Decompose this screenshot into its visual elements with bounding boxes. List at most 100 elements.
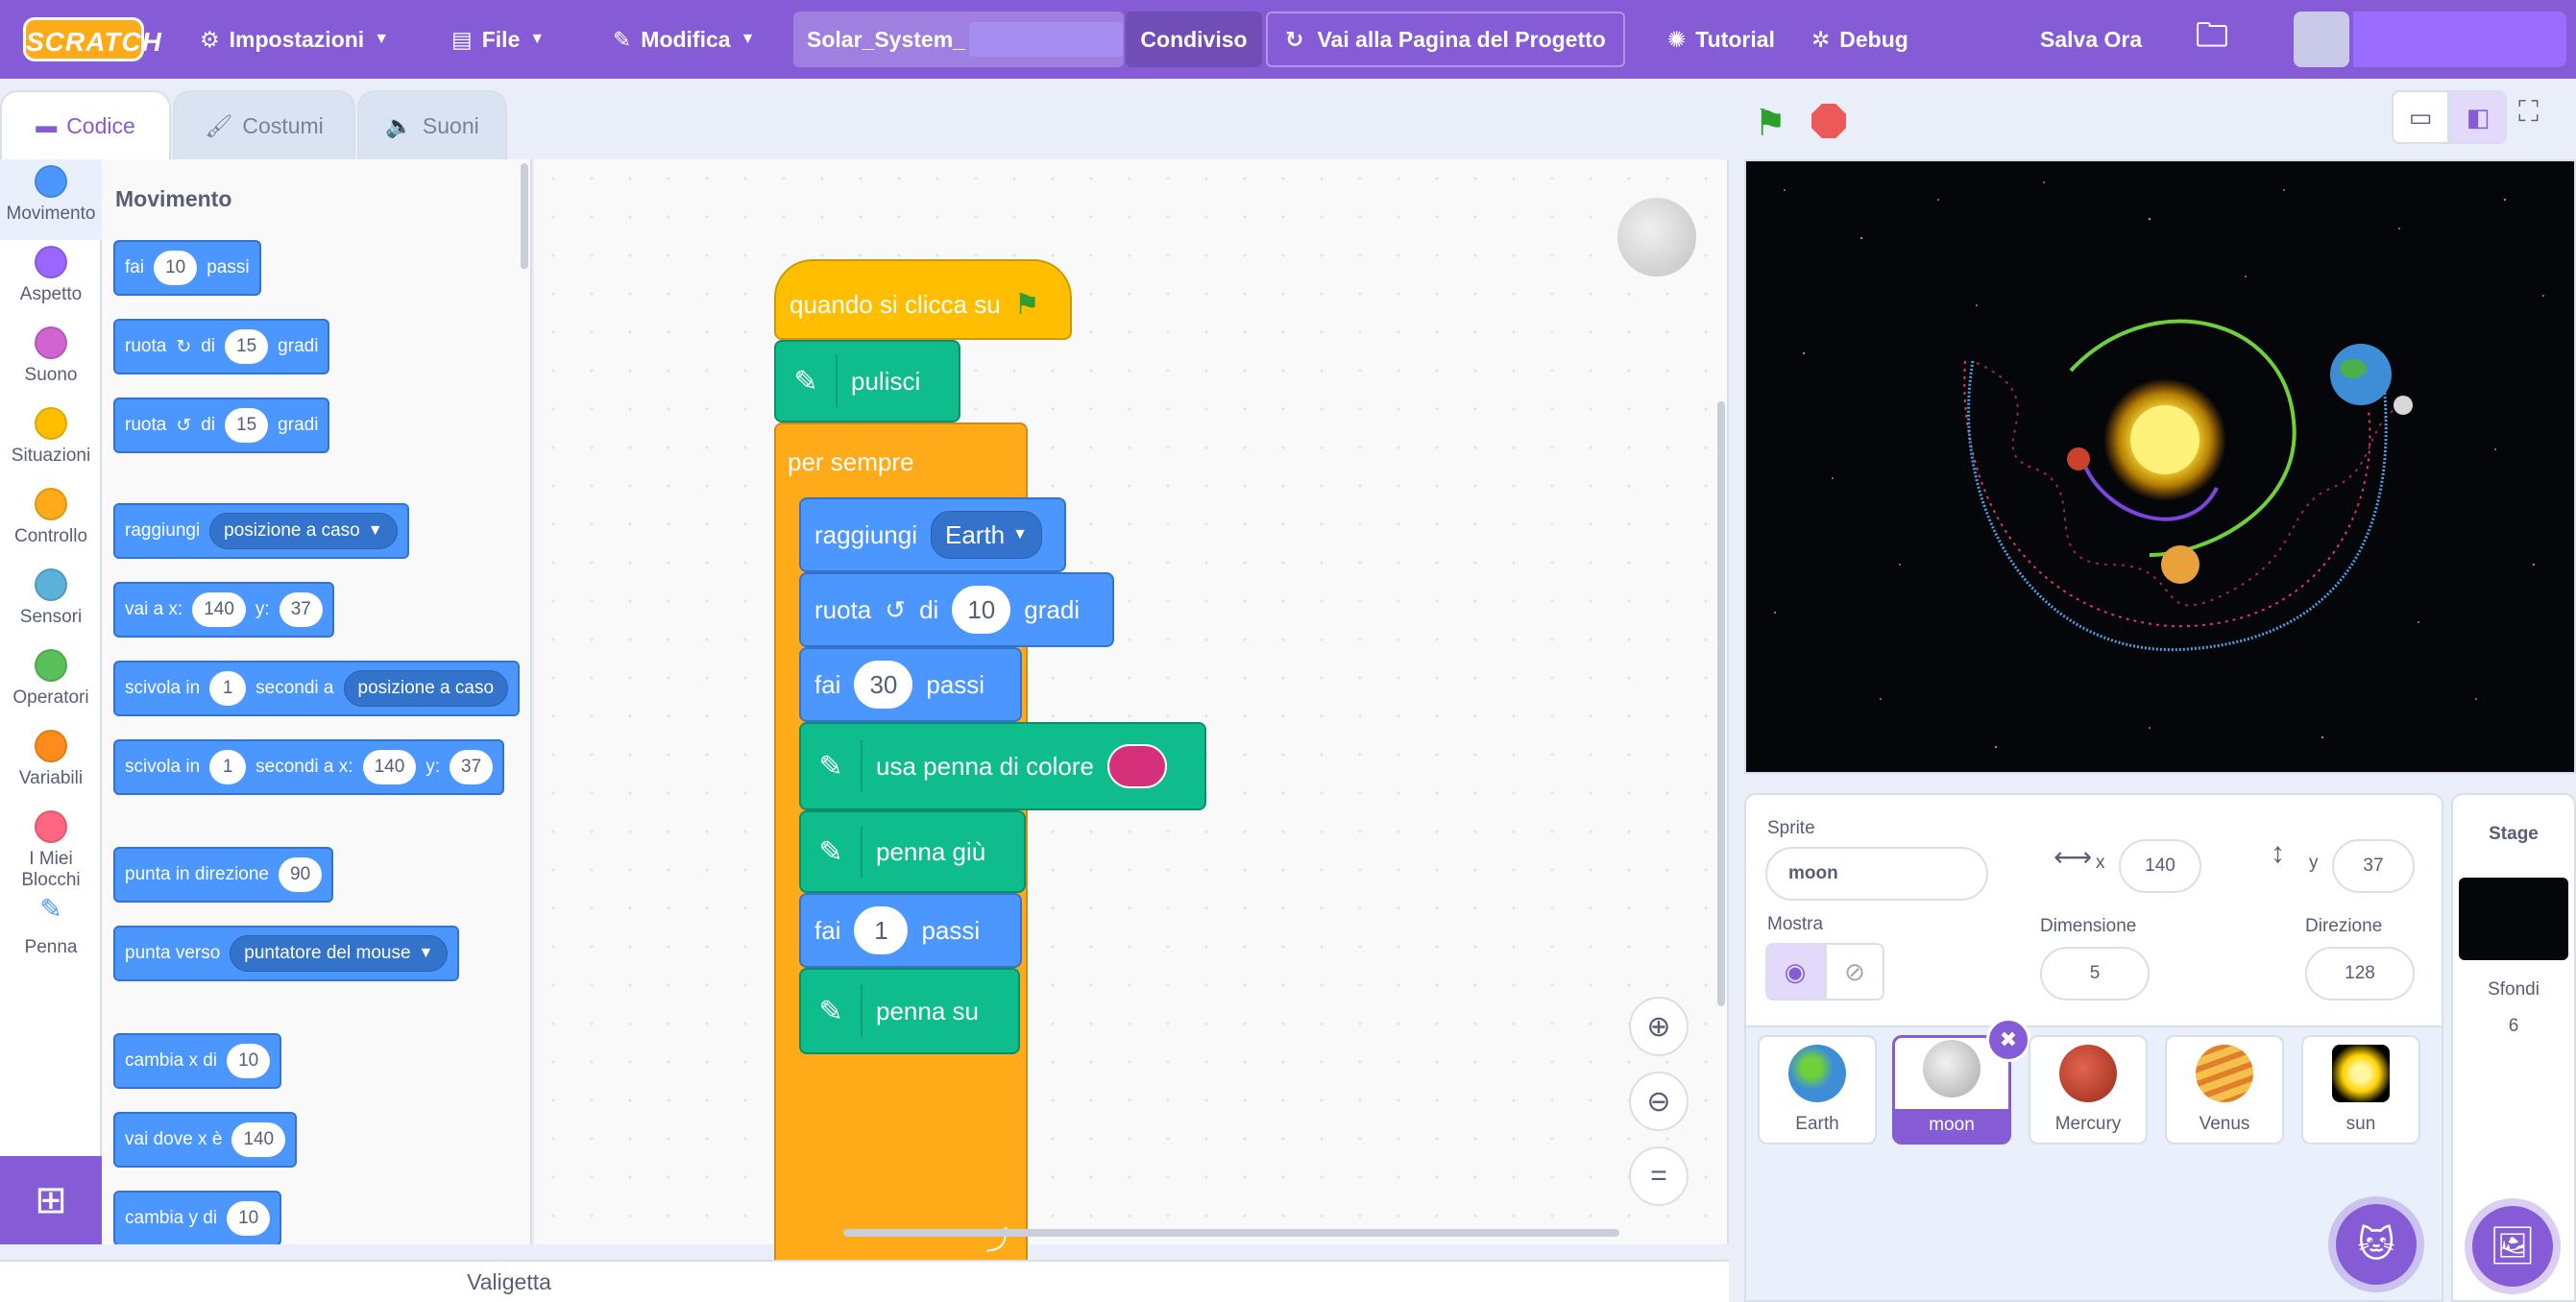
- stage-canvas[interactable]: [1744, 159, 2576, 774]
- workspace-horizontal-scrollbar[interactable]: [843, 1229, 1619, 1237]
- avatar[interactable]: [2294, 12, 2349, 67]
- block-point-towards[interactable]: punta verso puntatore del mouse ▼: [113, 926, 460, 981]
- block-move-30-steps[interactable]: fai 30 passi: [799, 647, 1022, 722]
- x-input[interactable]: 140: [2119, 839, 2201, 893]
- sprite-tile-sun[interactable]: sun: [2301, 1035, 2420, 1145]
- set-x-input[interactable]: 140: [231, 1122, 286, 1157]
- hide-sprite-button[interactable]: ⊘: [1825, 943, 1884, 1001]
- see-project-page-button[interactable]: ↻ Vai alla Pagina del Progetto: [1266, 12, 1625, 67]
- add-extension-button[interactable]: ⊞: [0, 1156, 102, 1244]
- degrees-input[interactable]: 10: [952, 586, 1011, 634]
- y-input[interactable]: 37: [450, 750, 494, 784]
- category-motion[interactable]: Movimento: [0, 159, 102, 240]
- goto-dropdown[interactable]: posizione a caso ▼: [209, 513, 398, 549]
- category-pen[interactable]: ✎ Penna: [0, 893, 102, 974]
- degrees-input[interactable]: 15: [225, 329, 269, 364]
- goto-target-dropdown[interactable]: Earth ▼: [930, 511, 1042, 559]
- seconds-input[interactable]: 1: [209, 750, 247, 784]
- block-move-1-step[interactable]: fai 1 passi: [799, 893, 1022, 968]
- x-input[interactable]: 140: [362, 750, 417, 784]
- steps-input[interactable]: 10: [154, 251, 198, 285]
- block-go-to[interactable]: raggiungi posizione a caso ▼: [113, 503, 409, 559]
- file-menu[interactable]: ▤ File ▼: [451, 0, 545, 79]
- stop-icon[interactable]: [1811, 104, 1846, 138]
- zoom-out-button[interactable]: ⊖: [1629, 1072, 1689, 1131]
- category-variables[interactable]: Variabili: [0, 724, 102, 805]
- category-events[interactable]: Situazioni: [0, 401, 102, 482]
- small-stage-button[interactable]: ▭: [2392, 90, 2449, 144]
- pen-color-swatch[interactable]: [1106, 744, 1167, 788]
- tutorial-button[interactable]: ✺ Tutorial: [1667, 0, 1775, 79]
- delete-sprite-button[interactable]: ✖: [1986, 1018, 2030, 1062]
- degrees-input[interactable]: 15: [225, 408, 269, 443]
- direction-input[interactable]: 90: [279, 857, 323, 892]
- script-workspace[interactable]: quando si clicca su ⚑ ✎ pulisci per sempre…: [534, 159, 1729, 1269]
- block-glide-to[interactable]: scivola in 1 secondi a posizione a caso: [113, 661, 521, 716]
- settings-menu[interactable]: ⚙ Impostazioni ▼: [200, 0, 389, 79]
- point-towards-dropdown[interactable]: puntatore del mouse ▼: [230, 935, 449, 972]
- add-sprite-button[interactable]: 🐱: [2336, 1204, 2417, 1285]
- block-turn-left[interactable]: ruota ↺ di 15 gradi: [113, 398, 330, 453]
- block-turn-right[interactable]: ruota ↻ di 15 gradi: [113, 319, 330, 374]
- steps-input[interactable]: 30: [854, 661, 913, 709]
- tab-costumes[interactable]: 🖌 Costumi: [173, 90, 355, 159]
- block-pen-up[interactable]: ✎ penna su: [799, 968, 1020, 1054]
- tab-code[interactable]: ▬ Codice: [0, 90, 171, 159]
- sprite-tile-mercury[interactable]: Mercury: [2029, 1035, 2148, 1145]
- workspace-vertical-scrollbar[interactable]: [1717, 401, 1725, 1006]
- account-menu[interactable]: [2353, 12, 2566, 67]
- block-pen-down[interactable]: ✎ penna giù: [799, 810, 1026, 893]
- steps-input[interactable]: 1: [854, 906, 909, 954]
- folder-icon[interactable]: 🗀: [2196, 0, 2228, 79]
- block-go-to-xy[interactable]: vai a x: 140 y: 37: [113, 582, 334, 638]
- seconds-input[interactable]: 1: [209, 671, 247, 706]
- y-input[interactable]: 37: [279, 592, 323, 627]
- show-sprite-button[interactable]: ◉: [1765, 943, 1825, 1001]
- block-glide-to-xy[interactable]: scivola in 1 secondi a x: 140 y: 37: [113, 739, 505, 795]
- change-y-input[interactable]: 10: [227, 1201, 271, 1236]
- block-pen-clear[interactable]: ✎ pulisci: [774, 340, 960, 422]
- backpack-header[interactable]: Valigetta: [0, 1260, 1729, 1302]
- sprite-tile-earth[interactable]: Earth: [1758, 1035, 1877, 1145]
- block-set-x[interactable]: vai dove x è 140: [113, 1112, 298, 1168]
- category-my-blocks[interactable]: I Miei Blocchi: [0, 805, 102, 893]
- direction-input[interactable]: 128: [2305, 947, 2415, 1001]
- category-sensing[interactable]: Sensori: [0, 563, 102, 643]
- block-set-pen-color[interactable]: ✎ usa penna di colore: [799, 722, 1206, 810]
- change-x-input[interactable]: 10: [227, 1044, 271, 1078]
- stage-selector[interactable]: Stage Sfondi 6 🖼: [2451, 793, 2576, 1302]
- debug-button[interactable]: ✲ Debug: [1811, 0, 1908, 79]
- palette-scrollbar[interactable]: [521, 163, 528, 269]
- tab-sounds[interactable]: 🔈 Suoni: [357, 90, 507, 159]
- green-flag-icon[interactable]: ⚑: [1754, 102, 1786, 145]
- category-sound[interactable]: Suono: [0, 321, 102, 401]
- block-point-direction[interactable]: punta in direzione 90: [113, 847, 334, 903]
- venus-sprite[interactable]: [2161, 545, 2199, 584]
- block-when-flag-clicked[interactable]: quando si clicca su ⚑: [774, 259, 1072, 340]
- category-operators[interactable]: Operatori: [0, 643, 102, 724]
- x-input[interactable]: 140: [192, 592, 246, 627]
- moon-sprite[interactable]: [2394, 396, 2413, 415]
- y-input[interactable]: 37: [2332, 839, 2415, 893]
- edit-menu[interactable]: ✎ Modifica ▼: [613, 0, 755, 79]
- zoom-in-button[interactable]: ⊕: [1629, 997, 1689, 1056]
- block-change-y[interactable]: cambia y di 10: [113, 1191, 282, 1244]
- shared-button[interactable]: Condiviso: [1126, 12, 1262, 67]
- size-input[interactable]: 5: [2040, 947, 2150, 1001]
- add-backdrop-button[interactable]: 🖼: [2472, 1206, 2553, 1287]
- block-turn-left-degrees[interactable]: ruota ↺ di 10 gradi: [799, 572, 1114, 647]
- mercury-sprite[interactable]: [2067, 447, 2090, 470]
- save-now-button[interactable]: Salva Ora: [2040, 0, 2142, 79]
- glide-dropdown[interactable]: posizione a caso: [343, 670, 509, 707]
- fullscreen-icon[interactable]: ⛶: [2518, 96, 2539, 129]
- block-move-steps[interactable]: fai 10 passi: [113, 240, 261, 296]
- zoom-reset-button[interactable]: =: [1629, 1146, 1689, 1206]
- sprite-tile-venus[interactable]: Venus: [2165, 1035, 2284, 1145]
- block-change-x[interactable]: cambia x di 10: [113, 1033, 282, 1089]
- category-control[interactable]: Controllo: [0, 482, 102, 563]
- scratch-logo[interactable]: SCRATCH: [23, 17, 161, 61]
- sprite-name-input[interactable]: moon: [1765, 847, 1988, 901]
- category-looks[interactable]: Aspetto: [0, 240, 102, 321]
- large-stage-button[interactable]: ◧: [2449, 90, 2507, 144]
- block-go-to-sprite[interactable]: raggiungi Earth ▼: [799, 497, 1066, 572]
